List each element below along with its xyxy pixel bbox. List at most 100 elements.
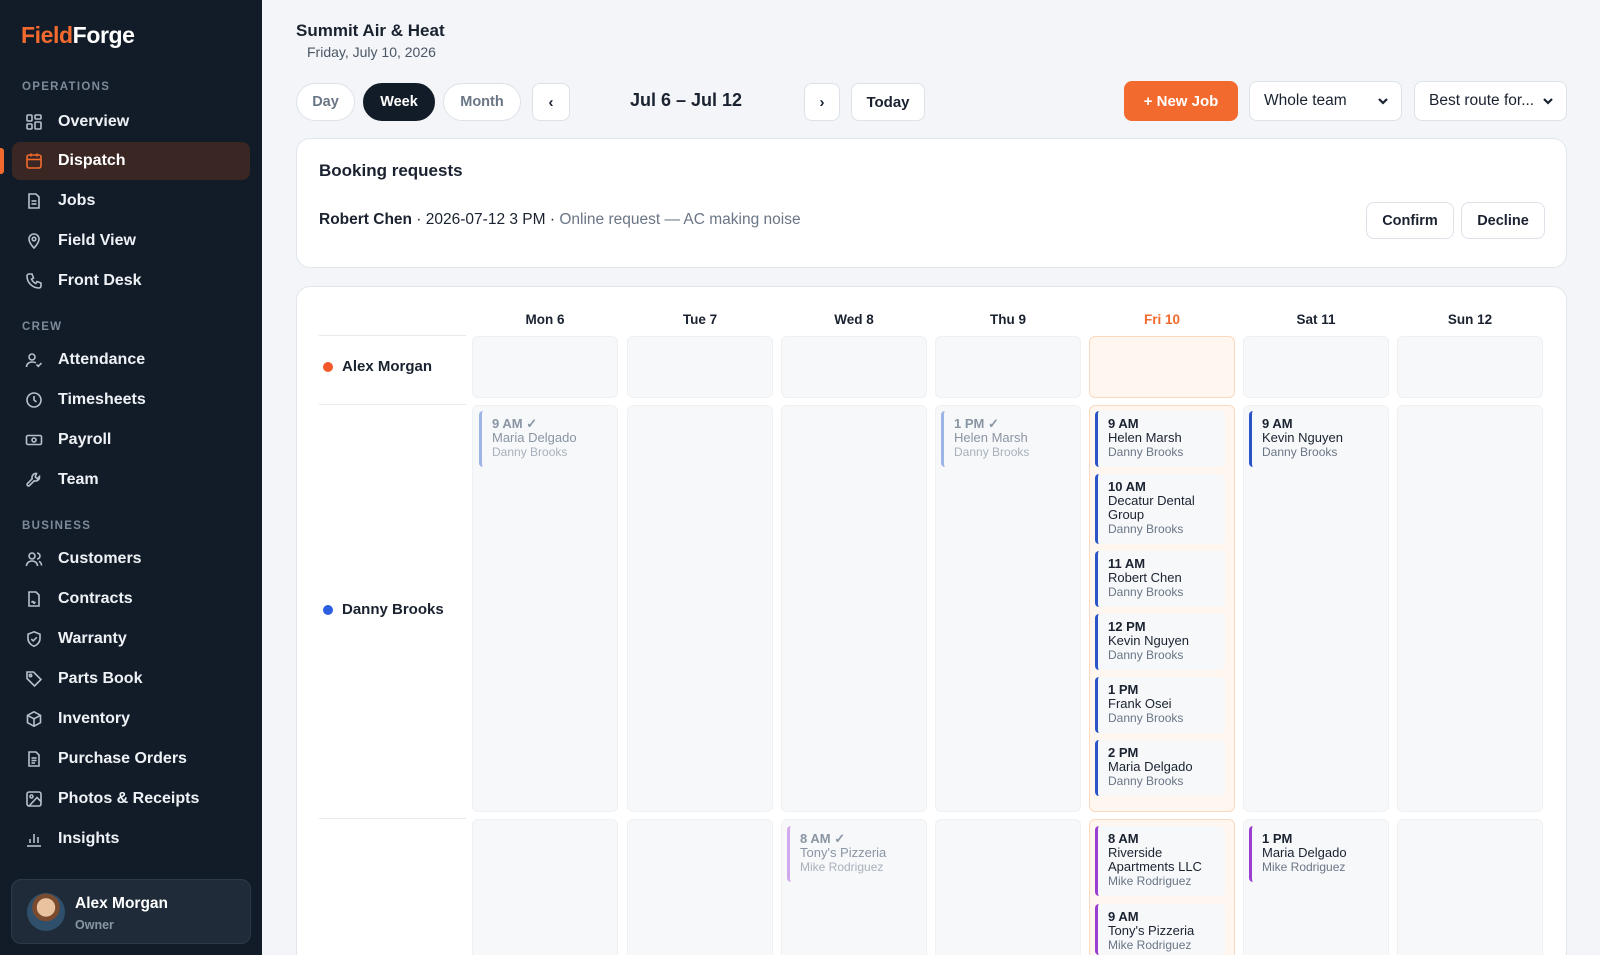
next-week-button[interactable]: ›: [804, 83, 840, 121]
calendar-cell[interactable]: [472, 819, 618, 955]
calendar-cell[interactable]: [781, 336, 927, 398]
job-card[interactable]: 1 PM Frank Osei Danny Brooks: [1095, 677, 1225, 733]
row-divider: [319, 335, 466, 336]
user-role: Owner: [75, 918, 114, 932]
calendar-icon: [24, 151, 44, 171]
job-time: 10 AM: [1108, 479, 1146, 494]
sidebar-item-photos-receipts[interactable]: Photos & Receipts: [12, 780, 250, 818]
job-card[interactable]: 1 PM ✓ Helen Marsh Danny Brooks: [941, 411, 1071, 467]
sidebar-item-team[interactable]: Team: [12, 461, 250, 499]
sidebar-item-label: Jobs: [58, 192, 96, 209]
sidebar-item-insights[interactable]: Insights: [12, 820, 250, 858]
sidebar-item-timesheets[interactable]: Timesheets: [12, 381, 250, 419]
job-customer: Robert Chen: [1108, 570, 1182, 585]
calendar-cell[interactable]: [627, 336, 773, 398]
job-card[interactable]: 9 AM Tony's Pizzeria Mike Rodriguez: [1095, 904, 1225, 955]
job-customer: Tony's Pizzeria: [1108, 923, 1195, 938]
job-card[interactable]: 8 AM ✓ Tony's Pizzeria Mike Rodriguez: [787, 826, 917, 882]
day-header-wed: Wed 8: [834, 312, 874, 327]
job-time: 8 AM: [1108, 831, 1139, 846]
sidebar-item-label: Contracts: [58, 590, 133, 607]
document-icon: [24, 749, 44, 769]
job-card[interactable]: 8 AM Riverside Apartments LLC Mike Rodri…: [1095, 826, 1225, 896]
sidebar-item-label: Timesheets: [58, 391, 146, 408]
sidebar-item-label: Purchase Orders: [58, 750, 187, 767]
sidebar-item-payroll[interactable]: Payroll: [12, 421, 250, 459]
job-card[interactable]: 9 AM Kevin Nguyen Danny Brooks: [1249, 411, 1379, 467]
view-toggle-month[interactable]: Month: [443, 83, 521, 121]
sidebar-item-overview[interactable]: Overview: [12, 103, 250, 141]
calendar-cell[interactable]: [1397, 405, 1543, 812]
route-select-value: Best route for...: [1429, 92, 1535, 109]
calendar-cell[interactable]: [1243, 336, 1389, 398]
calendar-cell[interactable]: [1397, 336, 1543, 398]
tech-name: Alex Morgan: [342, 358, 433, 375]
view-toggle-day[interactable]: Day: [296, 83, 355, 121]
sidebar-item-contracts[interactable]: Contracts: [12, 580, 250, 618]
user-check-icon: [24, 350, 44, 370]
job-time: 1 PM: [1108, 682, 1139, 697]
sidebar-item-front-desk[interactable]: Front Desk: [12, 262, 250, 300]
today-button[interactable]: Today: [851, 83, 925, 121]
job-card[interactable]: 9 AM ✓ Maria Delgado Danny Brooks: [479, 411, 609, 467]
sidebar-item-field-view[interactable]: Field View: [12, 222, 250, 260]
decline-button[interactable]: Decline: [1461, 202, 1545, 239]
sidebar-item-inventory[interactable]: Inventory: [12, 700, 250, 738]
request-when: · 2026-07-12 3 PM ·: [412, 211, 560, 228]
job-customer: Riverside Apartments LLC: [1108, 845, 1202, 874]
chevron-down-icon: [1541, 94, 1555, 113]
confirm-button[interactable]: Confirm: [1366, 202, 1454, 239]
sidebar-item-purchase-orders[interactable]: Purchase Orders: [12, 740, 250, 778]
calendar-cell[interactable]: [627, 405, 773, 812]
user-profile-card[interactable]: Alex Morgan Owner: [11, 879, 251, 944]
request-customer: Robert Chen: [319, 211, 412, 228]
users-icon: [24, 549, 44, 569]
brand-logo[interactable]: FieldForge: [21, 22, 135, 49]
calendar-cell[interactable]: [472, 336, 618, 398]
calendar-cell[interactable]: [1397, 819, 1543, 955]
job-time: 9 AM: [1108, 909, 1139, 924]
job-customer: Maria Delgado: [492, 430, 577, 445]
sidebar-item-attendance[interactable]: Attendance: [12, 341, 250, 379]
calendar-cell[interactable]: [935, 819, 1081, 955]
sidebar-item-dispatch[interactable]: Dispatch: [12, 142, 250, 180]
calendar-cell[interactable]: [935, 336, 1081, 398]
document-icon: [24, 191, 44, 211]
row-divider: [319, 818, 466, 819]
grid-icon: [24, 112, 44, 132]
calendar-cell[interactable]: [781, 405, 927, 812]
section-label-crew: CREW: [22, 321, 63, 333]
team-filter-select[interactable]: Whole team: [1249, 81, 1402, 121]
sidebar-item-jobs[interactable]: Jobs: [12, 182, 250, 220]
tech-name: Danny Brooks: [342, 601, 444, 618]
job-time: 11 AM: [1108, 556, 1146, 571]
shield-icon: [24, 629, 44, 649]
sidebar-item-customers[interactable]: Customers: [12, 540, 250, 578]
calendar-cell[interactable]: [627, 819, 773, 955]
contract-icon: [24, 589, 44, 609]
job-card[interactable]: 12 PM Kevin Nguyen Danny Brooks: [1095, 614, 1225, 670]
job-technician: Danny Brooks: [1108, 445, 1184, 459]
job-card[interactable]: 11 AM Robert Chen Danny Brooks: [1095, 551, 1225, 607]
job-card[interactable]: 2 PM Maria Delgado Danny Brooks: [1095, 740, 1225, 796]
sidebar-item-label: Inventory: [58, 710, 131, 727]
bar-chart-icon: [24, 829, 44, 849]
avatar: [27, 893, 65, 931]
new-job-button[interactable]: + New Job: [1124, 81, 1238, 121]
prev-week-button[interactable]: ‹: [532, 83, 570, 121]
day-header-mon: Mon 6: [525, 312, 565, 327]
job-technician: Danny Brooks: [1108, 522, 1184, 536]
sidebar-item-warranty[interactable]: Warranty: [12, 620, 250, 658]
view-toggle-week[interactable]: Week: [363, 83, 435, 121]
job-customer: Kevin Nguyen: [1262, 430, 1343, 445]
status-dot: [323, 604, 333, 615]
route-select[interactable]: Best route for...: [1414, 81, 1567, 121]
job-card[interactable]: 1 PM Maria Delgado Mike Rodriguez: [1249, 826, 1379, 882]
section-label-business: BUSINESS: [22, 520, 92, 532]
sidebar-item-parts-book[interactable]: Parts Book: [12, 660, 250, 698]
job-card[interactable]: 10 AM Decatur Dental Group Danny Brooks: [1095, 474, 1225, 544]
calendar-cell-today[interactable]: [1089, 336, 1235, 398]
team-filter-value: Whole team: [1264, 92, 1347, 109]
job-technician: Mike Rodriguez: [1108, 874, 1192, 888]
job-card[interactable]: 9 AM Helen Marsh Danny Brooks: [1095, 411, 1225, 467]
